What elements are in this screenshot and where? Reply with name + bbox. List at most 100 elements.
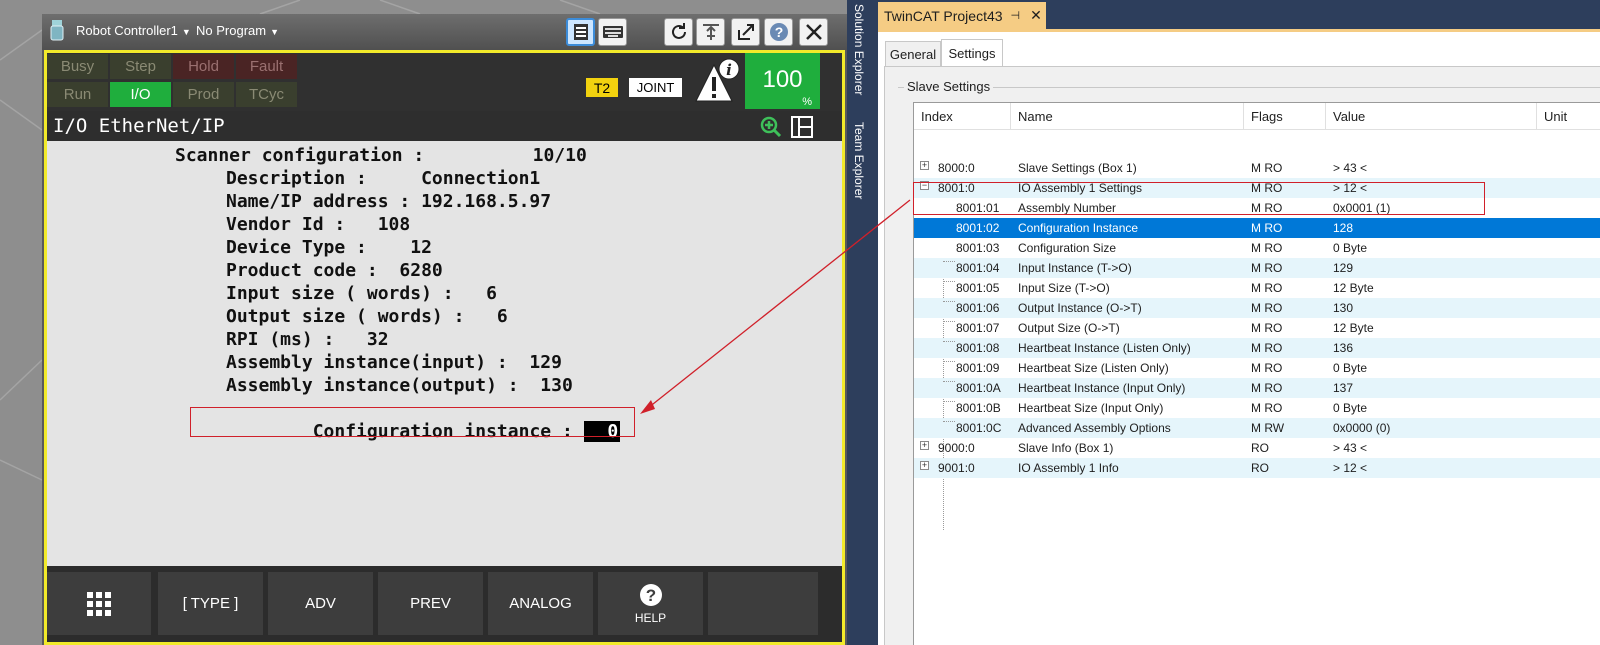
expand-icon[interactable]: + [920, 161, 929, 170]
team-explorer-tab[interactable]: Team Explorer [852, 122, 866, 199]
tab-general[interactable]: General [885, 41, 941, 66]
table-row[interactable]: 8001:09 Heartbeat Size (Listen Only) M R… [914, 358, 1600, 378]
row-value: 128 [1333, 221, 1354, 235]
analog-fkey[interactable]: ANALOG [488, 572, 593, 635]
ethernetip-config-content: Scanner configuration : 10/10 Descriptio… [47, 141, 842, 566]
row-flags: M RW [1251, 421, 1285, 435]
program-menu[interactable]: No Program ▼ [196, 23, 279, 38]
vendor-id-line[interactable]: Vendor Id : 108 [226, 213, 410, 236]
row-index: 8001:04 [956, 261, 1000, 275]
adv-fkey[interactable]: ADV [268, 572, 373, 635]
twincat-panel: TwinCAT Project43 ⊣ ✕ General Settings S… [877, 0, 1600, 645]
document-tab-label: TwinCAT Project43 [884, 7, 1003, 24]
help-button[interactable]: ? [764, 18, 793, 46]
row-value: 130 [1333, 301, 1354, 315]
type-fkey[interactable]: [ TYPE ] [158, 572, 263, 635]
help-fkey-label: HELP [634, 610, 667, 625]
split-icon[interactable] [791, 116, 813, 138]
empty-fkey[interactable] [708, 572, 818, 635]
close-icon [805, 24, 822, 40]
table-row[interactable]: 8001:05 Input Size (T->O) M RO 12 Byte [914, 278, 1600, 298]
table-row[interactable]: 8001:07 Output Size (O->T) M RO 12 Byte [914, 318, 1600, 338]
screen-title: I/O EtherNet/IP [47, 111, 842, 141]
menu-grid-button[interactable] [566, 18, 595, 46]
row-name: Heartbeat Size (Input Only) [1018, 401, 1164, 415]
refresh-button[interactable] [664, 18, 693, 46]
table-row[interactable]: 8001:0A Heartbeat Instance (Input Only) … [914, 378, 1600, 398]
row-name: Configuration Size [1018, 241, 1117, 255]
column-separator[interactable] [1010, 103, 1011, 130]
device-type-line[interactable]: Device Type : 12 [226, 236, 432, 259]
slave-settings-group-label: Slave Settings [904, 79, 994, 94]
tab-settings[interactable]: Settings [941, 39, 1003, 67]
assembly-input-line[interactable]: Assembly instance(input) : 129 [226, 351, 562, 374]
pendant-titlebar: Robot Controller1 ▼ No Program ▼ ? [42, 14, 847, 50]
expand-icon[interactable]: + [920, 461, 929, 470]
output-size-line[interactable]: Output size ( words) : 6 [226, 305, 508, 328]
vs-side-tab-strip: Solution Explorer Team Explorer [847, 0, 877, 645]
col-value-header[interactable]: Value [1333, 109, 1365, 124]
pin-icon[interactable]: ⊣ [1011, 9, 1021, 22]
teach-pendant-window: Robot Controller1▼ No Program▼ ? Busy [42, 14, 847, 645]
row-flags: M RO [1251, 261, 1283, 275]
input-size-line[interactable]: Input size ( words) : 6 [226, 282, 497, 305]
table-row[interactable]: 8001:06 Output Instance (O->T) M RO 130 [914, 298, 1600, 318]
product-code-line[interactable]: Product code : 6280 [226, 259, 443, 282]
col-name-header[interactable]: Name [1018, 109, 1053, 124]
col-index-header[interactable]: Index [921, 109, 953, 124]
col-unit-header[interactable]: Unit [1544, 109, 1567, 124]
close-button[interactable] [799, 18, 828, 46]
table-row[interactable]: + 9001:0 IO Assembly 1 Info RO > 12 < [914, 458, 1600, 478]
document-tab-strip: TwinCAT Project43 ⊣ ✕ [878, 0, 1600, 29]
table-row[interactable]: + 9000:0 Slave Info (Box 1) RO > 43 < [914, 438, 1600, 458]
zoom-icon[interactable] [760, 116, 782, 138]
status-fault: Fault [236, 54, 297, 79]
teach-icon [702, 24, 719, 40]
table-row[interactable]: 8001:0B Heartbeat Size (Input Only) M RO… [914, 398, 1600, 418]
row-value: 137 [1333, 381, 1354, 395]
pendant-screen-frame: Busy Step Hold Fault Run I/O Prod TCyc T… [44, 50, 845, 645]
controller-menu[interactable]: Robot Controller1 ▼ [76, 23, 191, 38]
teach-button[interactable] [696, 18, 725, 46]
table-row[interactable]: 8001:04 Input Instance (T->O) M RO 129 [914, 258, 1600, 278]
row-index: 8001:08 [956, 341, 1000, 355]
table-row[interactable]: 8001:03 Configuration Size M RO 0 Byte [914, 238, 1600, 258]
expand-icon[interactable]: + [920, 441, 929, 450]
col-flags-header[interactable]: Flags [1251, 109, 1283, 124]
warning-icon[interactable]: i [692, 57, 742, 105]
override-value: 100 [762, 66, 803, 93]
menu-grid-fkey[interactable] [47, 572, 151, 635]
group-divider [898, 87, 1600, 88]
keyboard-button[interactable] [598, 18, 627, 46]
tree-guide [943, 361, 955, 362]
solution-explorer-tab[interactable]: Solution Explorer [852, 4, 866, 95]
menu-grid-icon [573, 24, 588, 40]
row-flags: M RO [1251, 401, 1283, 415]
row-name: Slave Info (Box 1) [1018, 441, 1114, 455]
close-icon[interactable]: ✕ [1030, 7, 1042, 24]
row-flags: M RO [1251, 281, 1283, 295]
row-name: IO Assembly 1 Info [1018, 461, 1119, 475]
column-separator[interactable] [1243, 103, 1244, 130]
row-flags: M RO [1251, 381, 1283, 395]
program-menu-label: No Program [196, 23, 267, 38]
row-index: 8001:06 [956, 301, 1000, 315]
document-tab-project[interactable]: TwinCAT Project43 ⊣ ✕ [878, 2, 1046, 29]
description-line[interactable]: Description : Connection1 [226, 167, 540, 190]
column-separator[interactable] [1325, 103, 1326, 130]
export-button[interactable] [731, 18, 760, 46]
help-fkey[interactable]: ? HELP [598, 572, 703, 635]
table-row[interactable]: + 8000:0 Slave Settings (Box 1) M RO > 4… [914, 158, 1600, 178]
coord-badge-joint[interactable]: JOINT [629, 78, 682, 97]
prev-fkey[interactable]: PREV [378, 572, 483, 635]
row-value: > 43 < [1333, 161, 1368, 175]
table-row-selected[interactable]: 8001:02 Configuration Instance M RO 128 [914, 218, 1600, 238]
table-row[interactable]: 8001:08 Heartbeat Instance (Listen Only)… [914, 338, 1600, 358]
table-row[interactable]: 8001:0C Advanced Assembly Options M RW 0… [914, 418, 1600, 438]
assembly-output-line[interactable]: Assembly instance(output) : 130 [226, 374, 573, 397]
rpi-line[interactable]: RPI (ms) : 32 [226, 328, 389, 351]
column-separator[interactable] [1536, 103, 1537, 130]
override-indicator[interactable]: 100 % [745, 53, 820, 109]
export-icon [737, 24, 754, 40]
name-ip-line[interactable]: Name/IP address : 192.168.5.97 [226, 190, 551, 213]
